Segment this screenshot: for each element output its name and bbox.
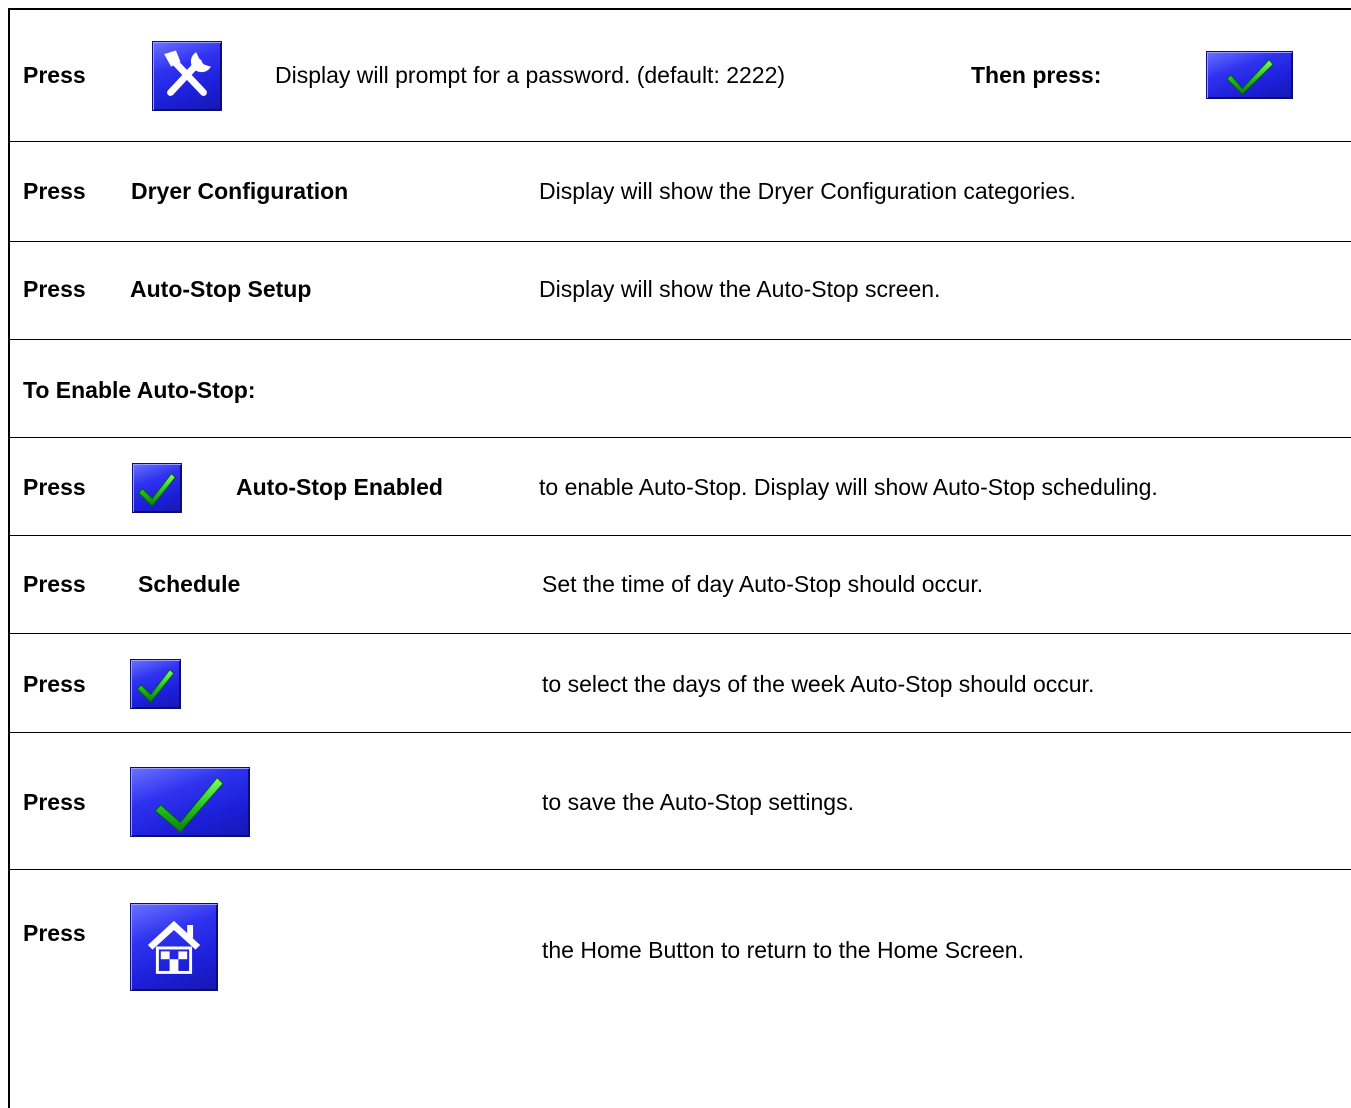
table-row: Press Dryer Configuration Display will s… [10, 142, 1351, 242]
press-label: Press [23, 671, 86, 697]
table-row: Press Auto-Stop Enabled to enable Auto-S… [10, 438, 1351, 536]
table-row: Press to select the days of the week Aut… [10, 634, 1351, 733]
menu-item-name: Auto-Stop Enabled [236, 474, 443, 500]
section-heading: To Enable Auto-Stop: [23, 377, 256, 403]
row-description: Display will show the Auto-Stop screen. [539, 276, 941, 302]
checkmark-icon[interactable] [1206, 51, 1293, 99]
row-description: to select the days of the week Auto-Stop… [542, 671, 1095, 697]
checkmark-icon[interactable] [130, 767, 250, 837]
table-row: Press to save the Auto-Stop settings. [10, 733, 1351, 870]
row-description: to enable Auto-Stop. Display will show A… [539, 474, 1158, 500]
press-label: Press [23, 474, 86, 500]
press-label: Press [23, 571, 86, 597]
tools-icon[interactable] [152, 41, 222, 111]
press-label: Press [23, 178, 86, 204]
row-description: the Home Button to return to the Home Sc… [542, 937, 1024, 963]
table-row: Press Auto-Stop Setup Display will show … [10, 242, 1351, 340]
then-press-label: Then press: [971, 62, 1102, 88]
press-label: Press [23, 276, 86, 302]
row-description: to save the Auto-Stop settings. [542, 789, 854, 815]
row-description: Set the time of day Auto-Stop should occ… [542, 571, 984, 597]
table-row: Press Schedule Set the time of day Auto-… [10, 536, 1351, 634]
table-row: Press the Home Button to return to the H… [10, 870, 1351, 1019]
menu-item-name: Schedule [138, 571, 241, 597]
menu-item-name: Auto-Stop Setup [130, 276, 312, 302]
table-row: Press Display will prompt for a password… [10, 10, 1351, 142]
press-label: Press [23, 920, 86, 946]
press-label: Press [23, 62, 86, 88]
checkmark-icon[interactable] [132, 463, 182, 513]
checkmark-icon[interactable] [130, 659, 181, 709]
table-row: To Enable Auto-Stop: [10, 340, 1351, 438]
press-label: Press [23, 789, 86, 815]
row-description: Display will prompt for a password. (def… [275, 62, 786, 88]
row-description: Display will show the Dryer Configuratio… [539, 178, 1076, 204]
home-icon[interactable] [130, 903, 218, 991]
menu-item-name: Dryer Configuration [131, 178, 349, 204]
